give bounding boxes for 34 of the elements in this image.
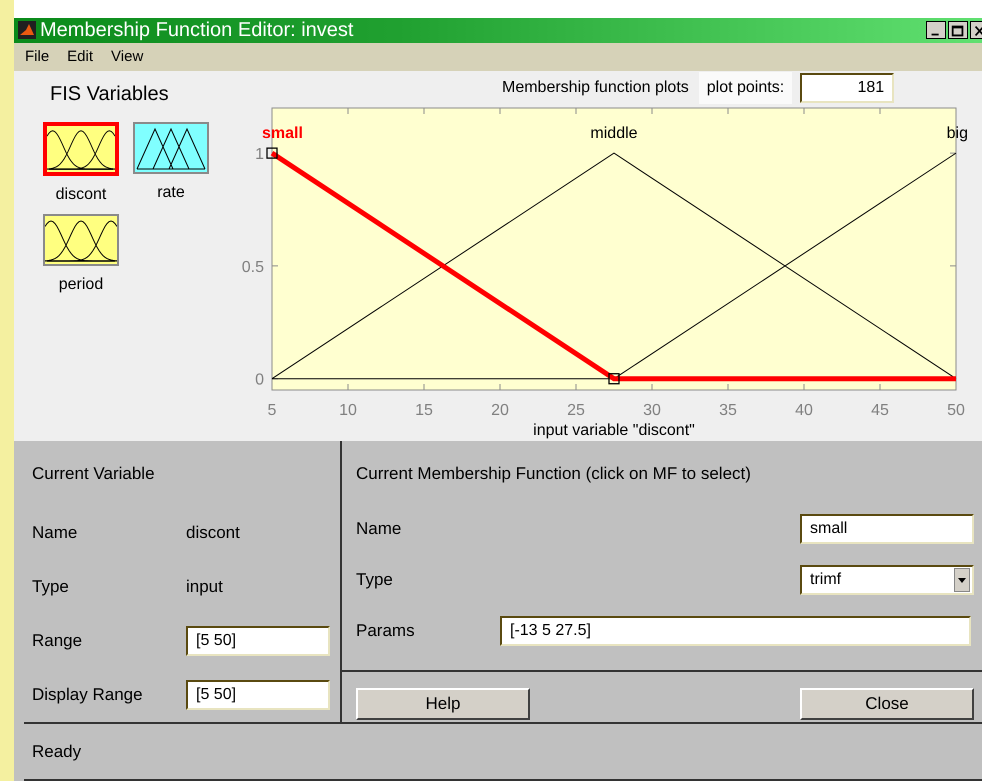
- field-value: input: [186, 576, 223, 597]
- dropdown-value: trimf: [810, 571, 842, 590]
- axis-tick-label: 35: [719, 402, 737, 419]
- plot-title: Membership function plots: [502, 78, 689, 96]
- field-label: Name: [356, 519, 402, 540]
- variable-name: period: [58, 276, 104, 294]
- axis-tick-label: 5: [268, 402, 276, 419]
- axis-tick-label: 0: [255, 372, 264, 389]
- field-label: Params: [356, 621, 416, 642]
- axis-tick-label: 25: [567, 402, 585, 419]
- field-label: Name: [32, 522, 78, 543]
- axis-tick-label: 10: [339, 402, 357, 419]
- variable-name: rate: [157, 184, 185, 202]
- field-label: Type: [32, 576, 70, 597]
- field-value: discont: [186, 522, 240, 543]
- field-label: Display Range: [32, 684, 144, 705]
- field-label: Type: [356, 570, 394, 590]
- field-label: plot points:: [698, 72, 792, 104]
- section-title: FIS Variables: [50, 83, 169, 106]
- axis-tick-label: 45: [871, 402, 889, 419]
- axis-tick-label: 15: [415, 402, 433, 419]
- axis-tick-label: 20: [491, 402, 509, 419]
- section-title: Current Membership Function (click on MF to select): [356, 464, 751, 484]
- axis-tick-label: 0.5: [242, 258, 264, 276]
- axis-tick-label: 30: [643, 402, 661, 419]
- section-title: Current Variable: [32, 464, 155, 484]
- axis-tick-label: 40: [795, 402, 813, 419]
- window-title: Membership Function Editor: invest: [40, 18, 354, 42]
- field-label: Range: [32, 630, 84, 651]
- axis-tick-label: 50: [947, 402, 965, 419]
- axis-tick-label: 1: [255, 146, 264, 164]
- variable-name: discont: [56, 186, 106, 204]
- status-text: Ready: [32, 742, 82, 762]
- axis-title: input variable "discont": [533, 422, 695, 439]
